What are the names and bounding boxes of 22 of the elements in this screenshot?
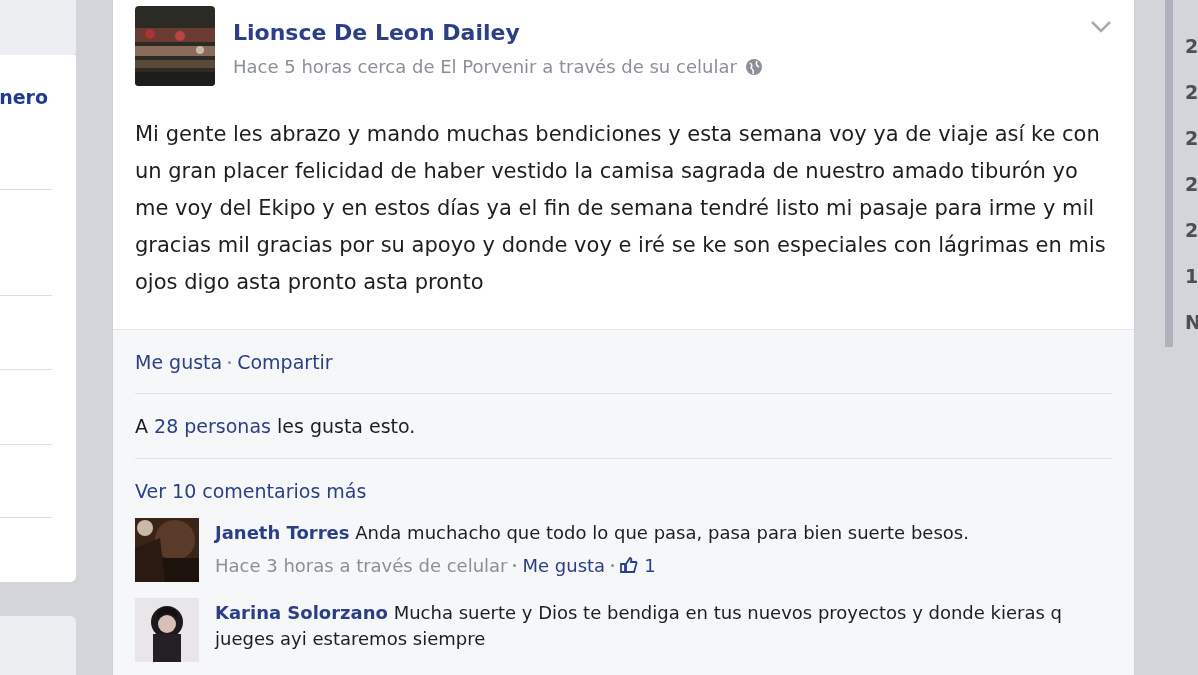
comment-text: Karina Solorzano Mucha suerte y Dios te bendiga en tus nuevos proyectos y donde kieras q jueges ayi estaremos siempre <box>215 600 1064 651</box>
list-item-text: 2 <box>1185 80 1198 104</box>
like-link[interactable]: Me gusta <box>522 551 606 579</box>
list-item-text: 2 <box>1185 34 1198 58</box>
globe-icon <box>744 57 763 76</box>
more-comments-link[interactable]: Ver 10 comentarios más <box>135 459 1112 518</box>
list-item-text: 2 <box>1185 218 1198 242</box>
like-count: 1 <box>644 553 656 578</box>
comment-meta: Hace 3 horas a través de celular <box>215 553 508 578</box>
comment-text: Janeth Torres Anda muchacho que todo lo que pasa, pasa para bien suerte besos. <box>215 520 969 545</box>
list-item-text: 1 <box>1185 264 1198 288</box>
action-link[interactable]: Me gusta <box>135 348 223 377</box>
likes-summary: A 28 personas les gusta esto. <box>135 413 417 439</box>
post-meta: Hace 5 horas cerca de El Porvenir a través de su celular <box>233 55 737 79</box>
list-item-text: 2 <box>1185 126 1198 150</box>
thumbs-up-icon <box>620 557 639 573</box>
chevron-down-icon[interactable] <box>1090 20 1112 34</box>
list-item-text: 2 <box>1185 172 1198 196</box>
panel-link[interactable]: nero <box>0 82 48 112</box>
post-text: Mi gente les abrazo y mando muchas bendiciones y esta semana voy ya de viaje así ke con un gran placer felicidad de haber vestido la camisa sagrada de nuestro amado tiburón yo me voy del Ekipo y en estos días ya el fin de semana tendré listo mi pasaje para irme y mil gracias mil gracias por su apoyo y donde voy e iré se ke son especiales con lágrimas en mis ojos digo asta pronto asta pronto <box>135 121 1107 296</box>
action-link[interactable]: Compartir <box>237 348 333 377</box>
author-name[interactable]: Lionsce De Leon Dailey <box>233 16 520 49</box>
